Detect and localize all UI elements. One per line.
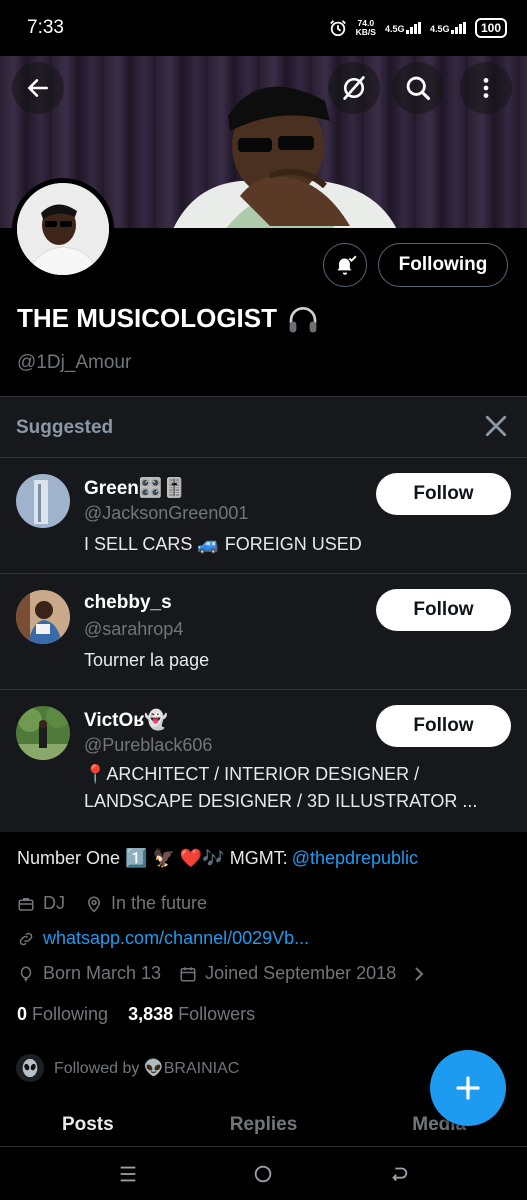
grok-icon — [343, 76, 365, 100]
display-name: THE MUSICOLOGIST — [17, 303, 319, 334]
follow-button[interactable]: Follow — [376, 473, 511, 515]
headphones-icon — [289, 306, 317, 332]
website-row: whatsapp.com/channel/0029Vb... — [17, 928, 309, 949]
profile-meta-row: DJ In the future — [17, 893, 207, 914]
sim2-signal: 4.5G — [430, 22, 466, 34]
battery-icon: 100 — [474, 18, 507, 38]
suggested-title: Suggested — [16, 417, 114, 438]
net-speed-unit: KB/S — [355, 27, 376, 37]
followers-label: Followers — [178, 1004, 256, 1024]
back-arrow-icon — [28, 79, 48, 97]
suggested-avatar — [16, 590, 70, 644]
suggested-handle: @sarahrop4 — [84, 619, 184, 639]
profile-avatar[interactable] — [12, 178, 114, 280]
chevron-right-icon[interactable] — [412, 966, 426, 982]
suggested-name: chebby_s — [84, 592, 172, 613]
back-button[interactable] — [12, 62, 64, 114]
suggested-bio: 📍ARCHITECT / INTERIOR DESIGNER / LANDSCA… — [84, 764, 478, 811]
status-time: 7:33 — [27, 17, 64, 38]
calendar-icon — [180, 966, 196, 981]
bell-check-icon — [337, 255, 357, 275]
location-text: In the future — [111, 893, 208, 913]
suggested-user[interactable]: chebby_s @sarahrop4 Tourner la page Foll… — [0, 573, 527, 689]
display-name-text: THE MUSICOLOGIST — [17, 303, 277, 333]
back-nav-icon[interactable] — [388, 1163, 410, 1185]
suggested-handle: @JacksonGreen001 — [84, 503, 249, 523]
sim2-label: 4.5G — [429, 24, 450, 34]
more-vertical-icon — [483, 78, 489, 98]
avatar-photo — [17, 183, 109, 276]
system-nav-bar — [0, 1147, 527, 1200]
birthday-text: Born March 13 — [43, 963, 162, 983]
suggested-name: VictOʁ👻 — [84, 710, 169, 731]
close-icon[interactable] — [481, 411, 511, 441]
bio-mention-link[interactable]: @thepdrepublic — [292, 848, 418, 869]
suggested-avatar — [16, 474, 70, 528]
signal-bars-icon — [451, 22, 466, 34]
profile-bio: Number One 1️⃣ 🦅 ❤️🎶 MGMT: @thepdrepubli… — [17, 848, 418, 869]
suggested-name: Green🎛️🎚️ — [84, 478, 187, 499]
grok-button[interactable] — [328, 62, 380, 114]
recents-icon[interactable] — [117, 1163, 139, 1185]
status-indicators: 74.0 KB/S 4.5G 4.5G 100 — [329, 18, 507, 38]
search-button[interactable] — [392, 62, 444, 114]
suggested-bio: I SELL CARS 🚙 FOREIGN USED — [84, 534, 362, 554]
alarm-icon — [329, 20, 346, 37]
suggested-bio: Tourner la page — [84, 650, 210, 670]
sim1-signal: 4.5G — [385, 22, 421, 34]
following-button[interactable]: Following — [378, 243, 508, 287]
bio-text: Number One 1️⃣ 🦅 ❤️🎶 MGMT: — [17, 848, 288, 868]
tab-posts[interactable]: Posts — [0, 1106, 176, 1146]
suggested-avatar — [16, 706, 70, 760]
follow-counts: 0 Following 3,838 Followers — [17, 1004, 255, 1025]
profile-handle: @1Dj_Amour — [17, 352, 132, 373]
plus-icon — [456, 1076, 480, 1100]
compose-button[interactable] — [430, 1050, 506, 1126]
more-button[interactable] — [460, 62, 512, 114]
balloon-icon — [20, 966, 32, 981]
joined-text: Joined September 2018 — [205, 963, 397, 983]
following-count-link[interactable]: 0 Following — [17, 1004, 108, 1025]
home-icon[interactable] — [252, 1163, 274, 1185]
follow-button[interactable]: Follow — [376, 705, 511, 747]
dates-row: Born March 13 Joined September 2018 — [17, 963, 426, 984]
suggested-panel: Suggested Green🎛️🎚️ @JacksonGreen001 I S… — [0, 396, 527, 832]
website-link[interactable]: whatsapp.com/channel/0029Vb... — [43, 928, 309, 949]
following-count: 0 — [17, 1004, 28, 1024]
tab-replies[interactable]: Replies — [176, 1106, 352, 1146]
briefcase-icon — [18, 897, 34, 911]
followers-count: 3,838 — [128, 1004, 174, 1024]
category-text: DJ — [43, 893, 65, 913]
following-label: Following — [32, 1004, 109, 1024]
suggested-user[interactable]: VictOʁ👻 @Pureblack606 📍ARCHITECT / INTER… — [0, 689, 527, 833]
follow-button[interactable]: Follow — [376, 589, 511, 631]
sim1-label: 4.5G — [384, 24, 405, 34]
net-speed: 74.0 KB/S — [356, 19, 376, 37]
followers-count-link[interactable]: 3,838 Followers — [128, 1004, 255, 1025]
location-icon — [87, 896, 101, 913]
suggested-handle: @Pureblack606 — [84, 735, 213, 755]
followed-by-text: Followed by 👽BRAINIAC — [54, 1060, 240, 1077]
followed-by[interactable]: Followed by 👽BRAINIAC — [14, 1052, 239, 1084]
notifications-button[interactable] — [323, 243, 367, 287]
link-icon — [19, 932, 33, 945]
suggested-user[interactable]: Green🎛️🎚️ @JacksonGreen001 I SELL CARS 🚙… — [0, 457, 527, 573]
status-bar: 7:33 74.0 KB/S 4.5G 4.5G 100 — [0, 0, 527, 56]
alien-avatar-icon — [14, 1052, 46, 1084]
search-icon — [406, 76, 431, 101]
signal-bars-icon — [406, 22, 421, 34]
